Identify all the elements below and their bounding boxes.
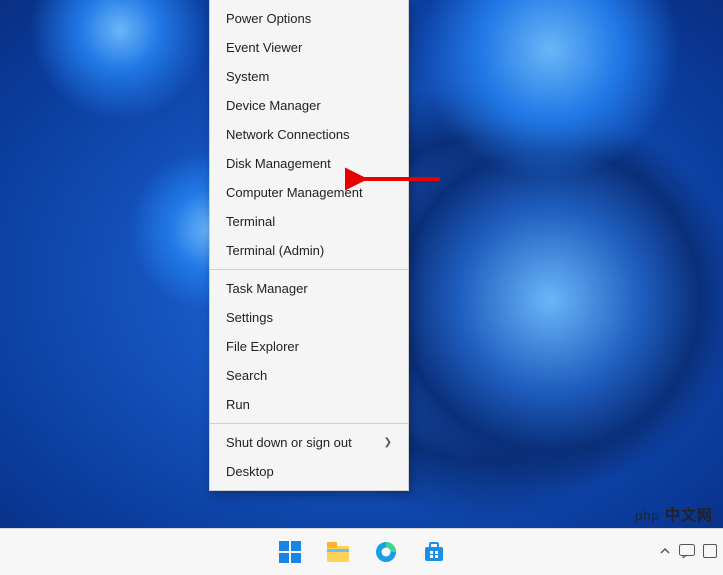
- winx-context-menu: Power Options Event Viewer System Device…: [209, 0, 409, 491]
- edge-taskbar-icon[interactable]: [374, 540, 398, 564]
- menu-label: Device Manager: [226, 98, 321, 113]
- store-taskbar-icon[interactable]: [422, 540, 446, 564]
- menu-item-file-explorer[interactable]: File Explorer: [210, 332, 408, 361]
- taskbar-center: [278, 540, 446, 564]
- windows-logo-icon: [279, 541, 301, 563]
- menu-separator: [210, 423, 408, 424]
- menu-item-disk-management[interactable]: Disk Management: [210, 149, 408, 178]
- watermark: php 中文网: [635, 504, 713, 525]
- menu-item-device-manager[interactable]: Device Manager: [210, 91, 408, 120]
- chevron-right-icon: ❯: [384, 437, 392, 448]
- system-tray: [659, 544, 717, 561]
- taskbar: [0, 528, 723, 575]
- menu-label: File Explorer: [226, 339, 299, 354]
- menu-label: Event Viewer: [226, 40, 302, 55]
- menu-item-event-viewer[interactable]: Event Viewer: [210, 33, 408, 62]
- tray-overflow-icon[interactable]: [659, 545, 671, 560]
- menu-label: Terminal (Admin): [226, 243, 324, 258]
- watermark-php: php: [635, 508, 660, 523]
- menu-item-computer-management[interactable]: Computer Management: [210, 178, 408, 207]
- menu-item-search[interactable]: Search: [210, 361, 408, 390]
- menu-label: Desktop: [226, 464, 274, 479]
- menu-separator: [210, 269, 408, 270]
- menu-label: Task Manager: [226, 281, 308, 296]
- menu-label: Power Options: [226, 11, 311, 26]
- menu-item-run[interactable]: Run: [210, 390, 408, 419]
- menu-label: Run: [226, 397, 250, 412]
- start-button[interactable]: [278, 540, 302, 564]
- menu-label: System: [226, 69, 269, 84]
- menu-item-power-options[interactable]: Power Options: [210, 4, 408, 33]
- menu-label: Disk Management: [226, 156, 331, 171]
- menu-item-terminal-admin[interactable]: Terminal (Admin): [210, 236, 408, 265]
- menu-label: Terminal: [226, 214, 275, 229]
- menu-item-system[interactable]: System: [210, 62, 408, 91]
- menu-item-network-connections[interactable]: Network Connections: [210, 120, 408, 149]
- menu-label: Network Connections: [226, 127, 350, 142]
- tray-chat-icon[interactable]: [679, 544, 695, 561]
- watermark-main: 中文网: [665, 507, 713, 524]
- menu-item-task-manager[interactable]: Task Manager: [210, 274, 408, 303]
- menu-item-terminal[interactable]: Terminal: [210, 207, 408, 236]
- menu-label: Settings: [226, 310, 273, 325]
- menu-label: Search: [226, 368, 267, 383]
- menu-item-settings[interactable]: Settings: [210, 303, 408, 332]
- file-explorer-taskbar-icon[interactable]: [326, 540, 350, 564]
- tray-notification-icon[interactable]: [703, 544, 717, 561]
- menu-label: Shut down or sign out: [226, 435, 352, 450]
- menu-item-desktop[interactable]: Desktop: [210, 457, 408, 486]
- menu-item-shutdown[interactable]: Shut down or sign out ❯: [210, 428, 408, 457]
- menu-label: Computer Management: [226, 185, 363, 200]
